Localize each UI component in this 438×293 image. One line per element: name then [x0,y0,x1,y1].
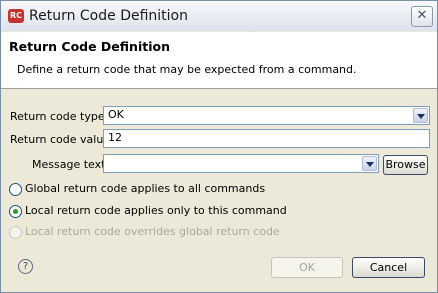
return-code-type-value: OK [108,108,124,121]
return-code-value-input[interactable]: 12 [103,129,430,148]
return-code-value-label: Return code value [10,133,111,146]
close-button[interactable]: ✕ [411,6,433,27]
header-description: Define a return code that may be expecte… [17,63,357,76]
browse-button[interactable]: Browse [383,155,428,175]
header-title: Return Code Definition [9,39,170,54]
title-bar[interactable]: RC Return Code Definition ✕ [1,1,437,31]
chevron-down-icon[interactable] [362,156,377,171]
window-title: Return Code Definition [29,8,188,24]
dialog-header: Return Code Definition Define a return c… [1,32,437,89]
dialog-window: RC Return Code Definition ✕ Return Code … [0,0,438,293]
app-icon: RC [8,9,24,23]
ok-button[interactable]: OK [271,257,343,278]
radio-global-circle[interactable] [9,183,22,196]
radio-global-label: Global return code applies to all comman… [25,182,266,195]
message-text-label: Message text [32,158,106,171]
radio-local-label: Local return code applies only to this c… [25,204,287,217]
radio-local-override-circle [9,226,22,239]
radio-local-override-label: Local return code overrides global retur… [25,225,280,238]
cancel-button[interactable]: Cancel [352,257,425,278]
message-text-select[interactable] [103,154,379,173]
close-icon: ✕ [416,8,428,23]
help-icon[interactable]: ? [18,259,33,274]
chevron-down-icon[interactable] [413,108,428,123]
return-code-value-text: 12 [108,131,122,144]
return-code-type-select[interactable]: OK [103,106,430,125]
return-code-type-label: Return code type [10,110,105,123]
radio-local-circle[interactable] [9,205,22,218]
